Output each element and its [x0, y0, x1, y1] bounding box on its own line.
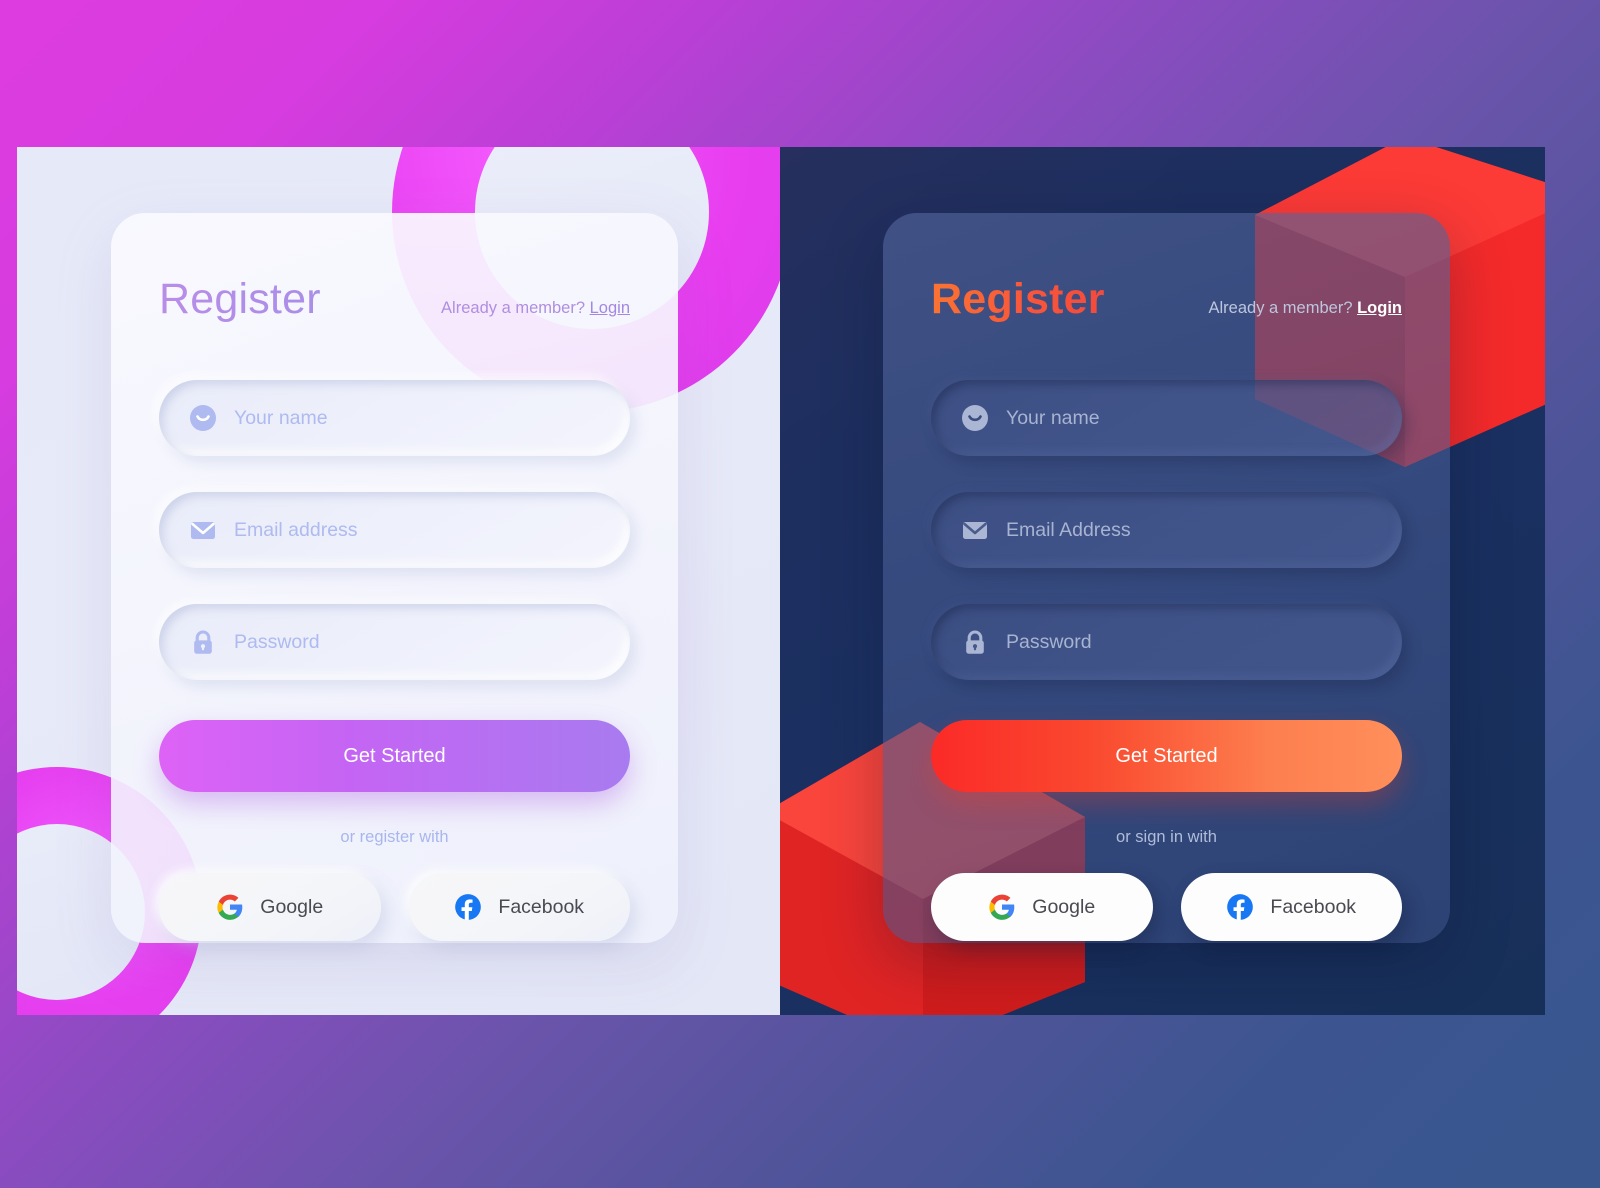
email-field-placeholder: Email address [234, 518, 358, 541]
or-divider-text-dark: or sign in with [1116, 828, 1217, 846]
google-icon [217, 894, 243, 920]
social-login-row-dark: Google Facebook [931, 873, 1402, 941]
lock-icon [189, 628, 217, 656]
get-started-button[interactable]: Get Started [159, 720, 630, 792]
email-field-placeholder-dark: Email Address [1006, 518, 1131, 541]
email-field-dark[interactable]: Email Address [931, 492, 1402, 568]
social-login-row: Google Facebook [159, 873, 630, 941]
google-icon [989, 894, 1015, 920]
light-theme-panel: Register Already a member? Login Your na… [17, 147, 780, 1015]
google-login-button-dark[interactable]: Google [931, 873, 1153, 941]
card-header-light: Register Already a member? Login [159, 275, 630, 324]
login-link[interactable]: Login [590, 299, 630, 317]
member-prompt: Already a member? Login [441, 299, 630, 318]
facebook-icon [455, 894, 482, 920]
register-card-dark: Register Already a member? Login Your na… [883, 213, 1450, 943]
facebook-login-label-dark: Facebook [1270, 895, 1357, 918]
password-field-dark[interactable]: Password [931, 604, 1402, 680]
password-field-placeholder-dark: Password [1006, 630, 1092, 653]
name-field-dark[interactable]: Your name [931, 380, 1402, 456]
card-header-dark: Register Already a member? Login [931, 275, 1402, 324]
name-field[interactable]: Your name [159, 380, 630, 456]
email-field[interactable]: Email address [159, 492, 630, 568]
name-field-placeholder-dark: Your name [1006, 406, 1100, 429]
lock-icon [961, 628, 989, 656]
name-field-placeholder: Your name [234, 406, 328, 429]
facebook-login-button-dark[interactable]: Facebook [1180, 873, 1402, 941]
panel-pair: Register Already a member? Login Your na… [17, 147, 1545, 1015]
page-title: Register [159, 275, 321, 323]
facebook-icon [1227, 894, 1254, 920]
google-login-button[interactable]: Google [159, 873, 381, 941]
member-prompt-text-dark: Already a member? [1208, 299, 1353, 317]
google-login-label-dark: Google [1032, 895, 1096, 918]
smiley-icon [961, 404, 989, 432]
login-link-dark[interactable]: Login [1357, 299, 1402, 317]
envelope-icon [961, 516, 989, 544]
smiley-icon [189, 404, 217, 432]
member-prompt-dark: Already a member? Login [1209, 299, 1402, 318]
password-field-placeholder: Password [234, 630, 320, 653]
google-login-label: Google [260, 895, 324, 918]
register-card-light: Register Already a member? Login Your na… [111, 213, 678, 943]
member-prompt-text: Already a member? [441, 299, 586, 317]
or-divider-text: or register with [340, 828, 449, 846]
password-field[interactable]: Password [159, 604, 630, 680]
get-started-button-dark[interactable]: Get Started [931, 720, 1402, 792]
dark-theme-panel: Register Already a member? Login Your na… [780, 147, 1545, 1015]
page-title-dark: Register [931, 275, 1105, 323]
envelope-icon [189, 516, 217, 544]
facebook-login-button[interactable]: Facebook [408, 873, 630, 941]
facebook-login-label: Facebook [498, 895, 585, 918]
